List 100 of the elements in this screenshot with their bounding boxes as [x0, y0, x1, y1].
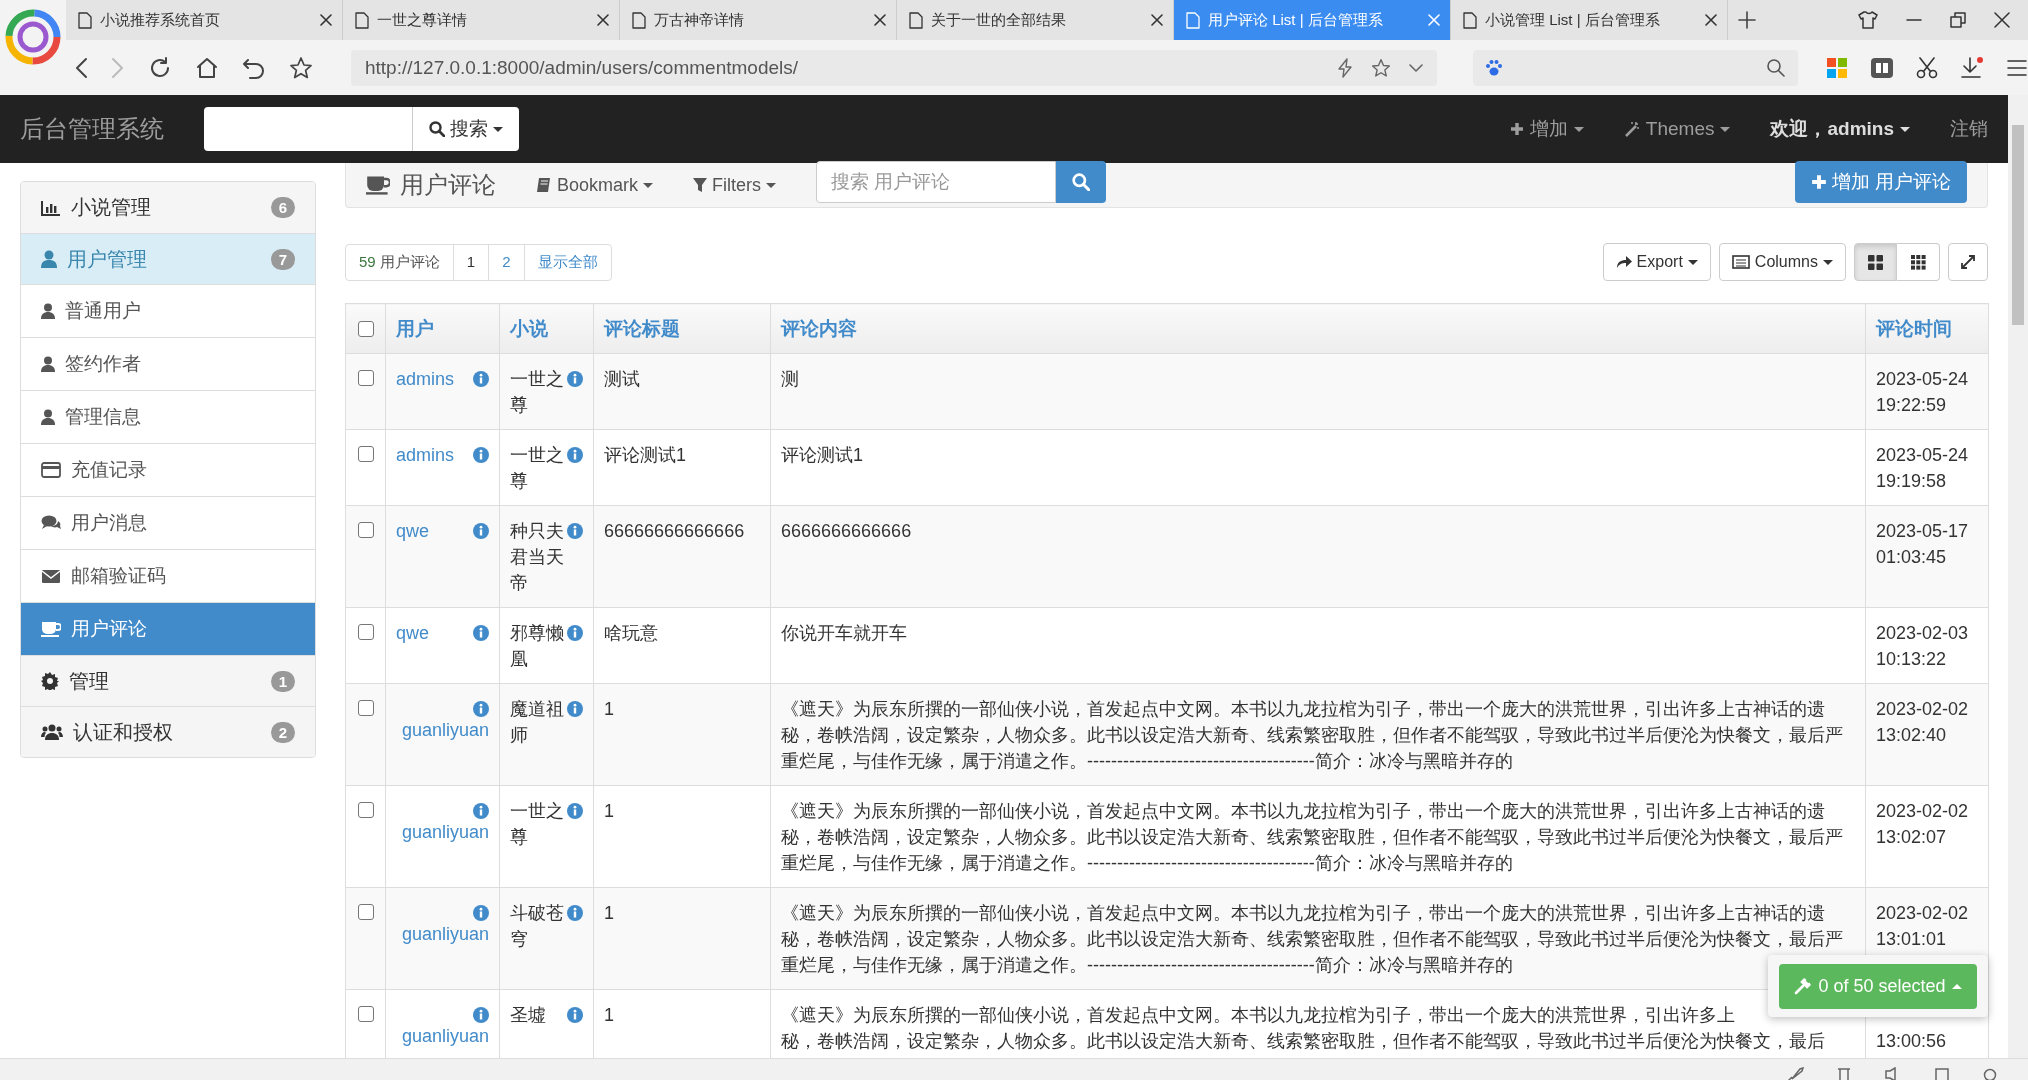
info-icon[interactable] — [473, 523, 489, 539]
user-link[interactable]: qwe — [396, 518, 430, 544]
filters-menu[interactable]: Filters — [693, 174, 777, 196]
search-icon[interactable] — [1766, 57, 1786, 78]
sidebar-item[interactable]: 小说管理 6 — [21, 182, 315, 233]
restore-icon[interactable] — [1950, 12, 1966, 28]
row-checkbox[interactable] — [358, 624, 374, 640]
themes-menu[interactable]: Themes — [1623, 118, 1731, 140]
comment-title: 啥玩意 — [604, 623, 658, 643]
reload-icon[interactable] — [148, 55, 172, 80]
add-button[interactable]: 增加 用户评论 — [1794, 161, 1967, 203]
user-menu[interactable]: 欢迎，admins — [1770, 116, 1910, 142]
user-link[interactable]: admins — [396, 442, 455, 468]
column-header[interactable]: 评论标题 — [604, 317, 680, 339]
logout-link[interactable]: 注销 — [1950, 116, 1988, 142]
row-checkbox[interactable] — [358, 522, 374, 538]
tab-close-icon[interactable] — [874, 14, 886, 26]
download-icon[interactable] — [1960, 55, 1984, 80]
close-icon[interactable] — [1994, 12, 2010, 28]
columns-button[interactable]: Columns — [1718, 243, 1846, 281]
scrollbar[interactable] — [2008, 95, 2028, 1058]
window-icon[interactable] — [1934, 1067, 1950, 1080]
caret-icon — [1823, 259, 1833, 265]
view-toggle[interactable] — [1854, 243, 1897, 281]
new-tab-icon[interactable] — [1738, 11, 1756, 29]
column-header[interactable]: 用户 — [396, 317, 434, 339]
info-icon[interactable] — [473, 625, 489, 641]
info-icon[interactable] — [473, 371, 489, 387]
search-icon[interactable] — [1982, 1067, 1998, 1080]
user-link[interactable]: guanliyuan — [401, 819, 489, 845]
browser-logo[interactable] — [4, 8, 62, 66]
comment-title: 测试 — [604, 369, 640, 389]
chevron-down-icon[interactable] — [1409, 62, 1423, 73]
page-link[interactable]: 2 — [488, 244, 524, 280]
browser-tab[interactable]: 小说管理 List | 后台管理系 — [1451, 0, 1728, 40]
bookmark-menu[interactable]: Bookmark — [536, 174, 654, 196]
info-icon[interactable] — [567, 371, 583, 387]
home-icon[interactable] — [195, 55, 219, 80]
search-field[interactable] — [1473, 49, 1798, 86]
info-icon[interactable] — [473, 701, 489, 717]
novel-name: 一世之尊 — [510, 368, 565, 417]
browser-tab[interactable]: 万古神帝详情 — [620, 0, 897, 40]
info-icon[interactable] — [473, 447, 489, 463]
row-checkbox[interactable] — [358, 700, 374, 716]
row-checkbox[interactable] — [358, 904, 374, 920]
star-icon[interactable] — [1371, 57, 1391, 78]
scissors-icon[interactable] — [1916, 56, 1938, 79]
row-checkbox[interactable] — [358, 802, 374, 818]
star-icon[interactable] — [289, 55, 313, 80]
tab-close-icon[interactable] — [1705, 14, 1717, 26]
search-button[interactable] — [1056, 161, 1107, 203]
page-link[interactable]: 1 — [452, 244, 489, 280]
user-link[interactable]: guanliyuan — [401, 921, 489, 947]
info-icon[interactable] — [567, 803, 583, 819]
user-link[interactable]: guanliyuan — [401, 717, 489, 743]
sidebar-item[interactable]: 用户评论 — [21, 602, 315, 655]
search-input[interactable] — [204, 107, 412, 151]
info-icon[interactable] — [473, 1007, 489, 1023]
back-icon[interactable] — [74, 56, 88, 79]
fullscreen-button[interactable] — [1948, 243, 1988, 281]
info-icon[interactable] — [567, 905, 583, 921]
column-header[interactable]: 评论内容 — [781, 317, 857, 339]
info-icon[interactable] — [473, 905, 489, 921]
address-field[interactable]: http://127.0.0.1:8000/admin/users/commentmodels/ — [351, 49, 1437, 86]
column-header[interactable]: 小说 — [510, 317, 548, 339]
tab-close-icon[interactable] — [597, 14, 609, 26]
trash-icon[interactable] — [1836, 1067, 1852, 1080]
view-toggle[interactable] — [1897, 243, 1940, 281]
row-checkbox[interactable] — [358, 1006, 374, 1022]
user-link[interactable]: qwe — [396, 620, 430, 646]
sidebar-item[interactable]: 用户管理 7 — [21, 233, 315, 284]
brand-title[interactable]: 后台管理系统 — [20, 113, 164, 145]
info-icon[interactable] — [567, 625, 583, 641]
tab-close-icon[interactable] — [320, 14, 332, 26]
row-checkbox[interactable] — [358, 370, 374, 386]
apps-icon[interactable] — [1826, 56, 1848, 79]
browser-tab[interactable]: 一世之尊详情 — [343, 0, 620, 40]
large-grid-icon — [1868, 254, 1883, 270]
info-icon[interactable] — [567, 523, 583, 539]
search-input[interactable]: 搜索 用户评论 — [816, 161, 1057, 203]
user-link[interactable]: admins — [396, 366, 455, 392]
lightning-icon[interactable] — [1337, 57, 1353, 78]
select-all-checkbox[interactable] — [358, 320, 374, 337]
info-icon[interactable] — [567, 1007, 583, 1023]
caret-icon — [1951, 983, 1962, 989]
export-button[interactable]: Export — [1602, 243, 1711, 281]
shirt-icon[interactable] — [1858, 11, 1878, 29]
info-icon[interactable] — [567, 447, 583, 463]
row-checkbox[interactable] — [358, 446, 374, 462]
info-icon[interactable] — [567, 701, 583, 717]
add-menu[interactable]: 增加 — [1509, 116, 1584, 142]
tab-close-icon[interactable] — [1151, 14, 1163, 26]
sidebar-item[interactable]: 认证和授权 2 — [21, 706, 315, 757]
search-button[interactable]: 搜索 — [412, 107, 519, 151]
sidebar-item[interactable]: 管理 1 — [21, 655, 315, 706]
browser-tab[interactable]: 小说推荐系统首页 — [66, 0, 343, 40]
browser-tab[interactable]: 用户评论 List | 后台管理系 — [1174, 0, 1451, 40]
menu-icon[interactable] — [2006, 57, 2028, 78]
show-all-link[interactable]: 显示全部 — [523, 244, 611, 280]
info-icon[interactable] — [473, 803, 489, 819]
